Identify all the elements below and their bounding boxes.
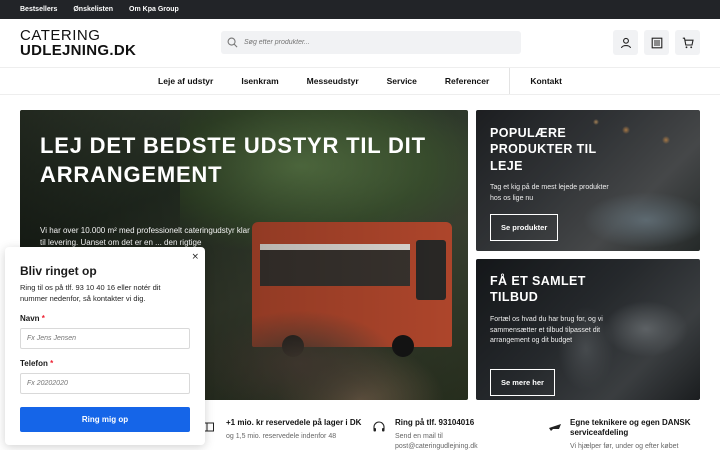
topbar-link-wishlist[interactable]: Ønskelisten xyxy=(73,6,113,13)
name-field[interactable] xyxy=(20,328,190,349)
topbar-link-about[interactable]: Om Kpa Group xyxy=(129,6,179,13)
promo-card-quote[interactable]: FÅ ET SAMLET TILBUD Fortæl os hvad du ha… xyxy=(476,259,700,400)
nav-divider xyxy=(509,68,511,94)
topbar-link-bestsellers[interactable]: Bestsellers xyxy=(20,6,57,13)
nav-item-rental[interactable]: Leje af udstyr xyxy=(144,76,227,86)
popup-title: Bliv ringet op xyxy=(20,264,97,278)
header-actions xyxy=(613,30,700,55)
nav-item-kitchenware[interactable]: Isenkram xyxy=(227,76,292,86)
phone-label: Telefon * xyxy=(20,359,54,368)
cart-icon xyxy=(682,37,694,48)
usp-spare-parts: +1 mio. kr reservedele på lager i DK og … xyxy=(200,418,370,442)
callback-popup: × Bliv ringet op Ring til os på tlf. 93 … xyxy=(5,247,205,445)
promo-card-text: Tag et kig på de mest lejede produkter h… xyxy=(490,184,609,202)
list-icon xyxy=(651,37,662,48)
promo-card-title: FÅ ET SAMLET TILBUD xyxy=(490,274,586,305)
call-me-button[interactable]: Ring mig op xyxy=(20,407,190,432)
phone-field[interactable] xyxy=(20,373,190,394)
logo-line-2: UDLEJNING.DK xyxy=(20,42,137,59)
nav-item-references[interactable]: Referencer xyxy=(431,76,503,86)
required-mark: * xyxy=(41,314,45,323)
close-icon[interactable]: × xyxy=(191,252,199,262)
nav-item-fair-equipment[interactable]: Messeudstyr xyxy=(293,76,373,86)
popup-description: Ring til os på tlf. 93 10 40 16 eller no… xyxy=(20,283,161,303)
usp-subtitle[interactable]: Send en mail til post@cateringudlejning.… xyxy=(395,432,520,450)
promo-card-title: POPULÆRE PRODUKTER TIL LEJE xyxy=(490,126,597,173)
required-mark: * xyxy=(50,359,54,368)
usp-title: Ring på tlf. 93104016 xyxy=(395,418,475,427)
logo-line-1: CATERING xyxy=(20,27,101,44)
see-more-button[interactable]: Se mere her xyxy=(490,369,555,396)
name-label: Navn * xyxy=(20,314,45,323)
search-icon xyxy=(227,37,238,48)
site-logo[interactable]: CATERING UDLEJNING.DK xyxy=(20,28,136,58)
headset-icon xyxy=(370,418,387,436)
nav-item-contact[interactable]: Kontakt xyxy=(516,76,576,86)
site-header: CATERING UDLEJNING.DK xyxy=(0,19,720,67)
see-products-button[interactable]: Se produkter xyxy=(490,214,559,241)
usp-subtitle: Vi hjælper før, under og efter købet xyxy=(570,443,679,450)
usp-title: Egne teknikere og egen DANSK serviceafde… xyxy=(570,418,691,437)
top-bar: Bestsellers Ønskelisten Om Kpa Group xyxy=(0,0,720,19)
account-button[interactable] xyxy=(613,30,638,55)
usp-service: Egne teknikere og egen DANSK serviceafde… xyxy=(548,418,700,450)
search-input[interactable] xyxy=(244,39,494,46)
hero-text: Vi har over 10.000 m² med professionelt … xyxy=(40,226,250,247)
usp-title: +1 mio. kr reservedele på lager i DK xyxy=(226,418,362,427)
usp-phone: Ring på tlf. 93104016 Send en mail til p… xyxy=(370,418,520,450)
plane-icon xyxy=(548,418,562,436)
nav-item-service[interactable]: Service xyxy=(373,76,431,86)
search-box[interactable] xyxy=(221,31,521,54)
main-nav: Leje af udstyr Isenkram Messeudstyr Serv… xyxy=(0,67,720,95)
user-icon xyxy=(620,37,631,48)
quote-list-button[interactable] xyxy=(644,30,669,55)
promo-card-text: Fortæl os hvad du har brug for, og vi sa… xyxy=(490,316,603,344)
usp-subtitle: og 1,5 mio. reservedele indenfor 48 xyxy=(226,433,337,440)
cart-button[interactable] xyxy=(675,30,700,55)
promo-card-popular[interactable]: POPULÆRE PRODUKTER TIL LEJE Tag et kig p… xyxy=(476,110,700,251)
hero-title: LEJ DET BEDSTE UDSTYR TIL DIT ARRANGEMEN… xyxy=(40,133,426,187)
